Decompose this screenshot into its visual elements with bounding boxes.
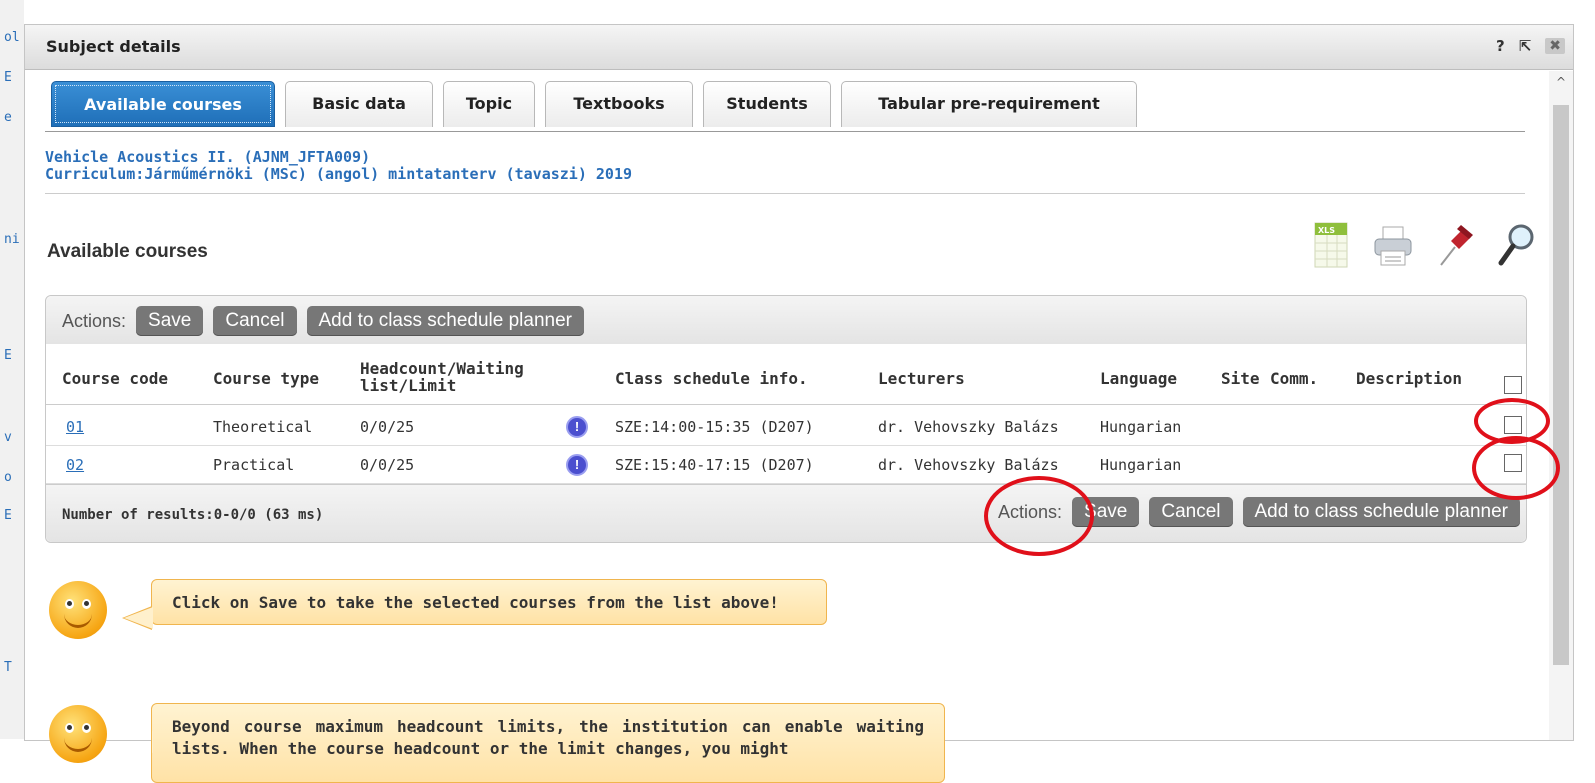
search-icon[interactable]	[1495, 219, 1539, 271]
close-icon[interactable]: ✖	[1545, 38, 1565, 54]
course-schedule: SZE:15:40-17:15 (D207)	[615, 456, 814, 474]
subject-name: Vehicle Acoustics II. (AJNM_JFTA009)	[45, 148, 371, 166]
divider	[45, 193, 1525, 194]
smiley-icon	[49, 581, 107, 639]
grid-header: Course code Course type Headcount/Waitin…	[46, 348, 1526, 405]
background-link: T	[4, 660, 12, 675]
help-icon[interactable]: ?	[1496, 37, 1505, 55]
save-button-top[interactable]: Save	[136, 306, 204, 336]
course-type: Theoretical	[213, 418, 313, 436]
tab-label: Available courses	[55, 85, 271, 123]
cancel-button-top[interactable]: Cancel	[213, 306, 297, 336]
tab-basic-data[interactable]: Basic data	[285, 81, 433, 127]
col-headcount[interactable]: Headcount/Waiting list/Limit	[360, 360, 580, 394]
col-site[interactable]: Site	[1221, 370, 1260, 387]
course-lecturer: dr. Vehovszky Balázs	[878, 456, 1059, 474]
background-link: ni	[4, 232, 20, 247]
hint-text: Beyond course maximum headcount limits, …	[172, 717, 924, 758]
course-language: Hungarian	[1100, 418, 1182, 436]
course-schedule: SZE:14:00-15:35 (D207)	[615, 418, 814, 436]
tab-students[interactable]: Students	[703, 81, 831, 127]
tab-underline	[45, 131, 1525, 132]
info-icon[interactable]: !	[566, 454, 588, 476]
col-course-type[interactable]: Course type	[213, 370, 319, 387]
course-headcount: 0/0/25	[360, 418, 415, 436]
popout-icon[interactable]: ⇱	[1519, 37, 1532, 55]
tab-tabular-pre-requirement[interactable]: Tabular pre-requirement	[841, 81, 1137, 127]
background-link: E	[4, 508, 12, 523]
background-page-top	[24, 0, 1595, 24]
background-link: E	[4, 348, 12, 363]
toolbar-icons: XLS	[1309, 219, 1539, 271]
actions-label: Actions:	[62, 310, 127, 331]
annotation-circle	[984, 476, 1094, 556]
course-language: Hungarian	[1100, 456, 1182, 474]
col-schedule[interactable]: Class schedule info.	[615, 370, 808, 387]
dialog-scrollbar[interactable]: ^	[1549, 71, 1573, 740]
add-to-planner-button-bottom[interactable]: Add to class schedule planner	[1242, 497, 1520, 527]
course-type: Practical	[213, 456, 295, 474]
info-icon[interactable]: !	[566, 416, 588, 438]
subject-curriculum: Curriculum:Járműmérnöki (MSc) (angol) mi…	[45, 165, 632, 183]
background-link: e	[4, 110, 12, 125]
subject-heading: Vehicle Acoustics II. (AJNM_JFTA009) Cur…	[45, 149, 632, 183]
print-icon[interactable]	[1371, 219, 1415, 271]
xls-export-icon[interactable]: XLS	[1309, 219, 1353, 271]
cancel-button-bottom[interactable]: Cancel	[1149, 497, 1233, 527]
course-code-link[interactable]: 01	[66, 418, 84, 436]
hint-text: Click on Save to take the selected cours…	[172, 593, 779, 612]
col-language[interactable]: Language	[1100, 370, 1177, 387]
background-link: ol	[4, 30, 20, 45]
col-lecturers[interactable]: Lecturers	[878, 370, 965, 387]
tab-textbooks[interactable]: Textbooks	[545, 81, 693, 127]
scroll-up-icon[interactable]: ^	[1556, 75, 1566, 89]
pin-icon[interactable]	[1433, 219, 1477, 271]
dialog-title: Subject details	[46, 37, 181, 56]
scrollbar-thumb[interactable]	[1553, 105, 1569, 665]
table-row: 02 Practical 0/0/25 ! SZE:15:40-17:15 (D…	[46, 446, 1526, 484]
subject-details-dialog: Subject details ? ⇱ ✖ ^ Available course…	[24, 24, 1574, 783]
table-row: 01 Theoretical 0/0/25 ! SZE:14:00-15:35 …	[46, 408, 1526, 446]
select-all-checkbox[interactable]	[1504, 376, 1522, 394]
col-comm[interactable]: Comm.	[1270, 370, 1318, 387]
course-lecturer: dr. Vehovszky Balázs	[878, 418, 1059, 436]
results-count: Number of results:0-0/0 (63 ms)	[62, 507, 324, 523]
smiley-icon	[49, 705, 107, 763]
annotation-circle	[1472, 436, 1560, 500]
background-link: v	[4, 430, 12, 445]
grid-bottom-actions: Number of results:0-0/0 (63 ms) Actions:…	[46, 484, 1526, 542]
tab-available-courses[interactable]: Available courses	[51, 81, 275, 127]
grid-top-actions: Actions: Save Cancel Add to class schedu…	[46, 296, 1526, 344]
section-title: Available courses	[47, 241, 208, 262]
dialog-titlebar[interactable]: Subject details ? ⇱ ✖	[25, 25, 1573, 70]
courses-grid: Actions: Save Cancel Add to class schedu…	[45, 295, 1527, 543]
xls-label: XLS	[1318, 226, 1335, 235]
course-code-link[interactable]: 02	[66, 456, 84, 474]
background-link: E	[4, 70, 12, 85]
background-link: o	[4, 470, 12, 485]
hint-bubble: Beyond course maximum headcount limits, …	[151, 703, 945, 783]
col-description[interactable]: Description	[1356, 370, 1462, 387]
col-course-code[interactable]: Course code	[62, 370, 168, 387]
add-to-planner-button-top[interactable]: Add to class schedule planner	[306, 306, 584, 336]
tab-topic[interactable]: Topic	[443, 81, 535, 127]
course-headcount: 0/0/25	[360, 456, 415, 474]
background-page-strip: ol E e ni E v o E T	[0, 0, 25, 739]
hint-bubble: Click on Save to take the selected cours…	[122, 579, 827, 630]
